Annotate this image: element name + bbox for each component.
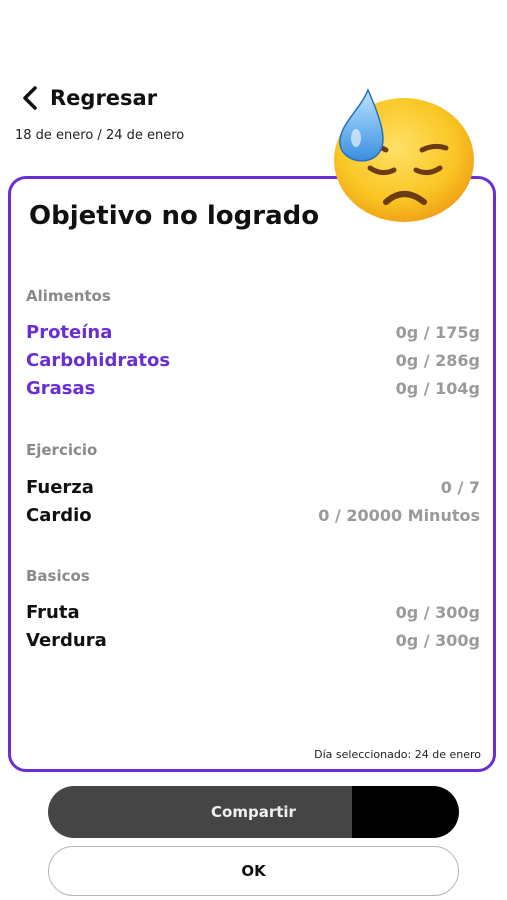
item-value: 0 / 7 xyxy=(440,478,480,497)
date-range: 18 de enero / 24 de enero xyxy=(15,128,185,143)
item-value: 0g / 175g xyxy=(395,323,480,342)
card-title: Objetivo no logrado xyxy=(29,201,320,231)
item-value: 0 / 20000 Minutos xyxy=(318,506,480,525)
list-item: Carbohidratos 0g / 286g xyxy=(26,350,480,371)
item-name: Fruta xyxy=(26,602,80,623)
section-label-basicos: Basicos xyxy=(26,567,90,585)
section-label-ejercicio: Ejercicio xyxy=(26,441,98,459)
item-value: 0g / 104g xyxy=(395,379,480,398)
item-name: Grasas xyxy=(26,378,96,399)
list-item: Fruta 0g / 300g xyxy=(26,602,480,623)
ok-button[interactable]: OK xyxy=(48,846,459,896)
item-name: Cardio xyxy=(26,505,92,526)
item-name: Proteína xyxy=(26,322,113,343)
item-value: 0g / 300g xyxy=(395,631,480,650)
share-button[interactable]: Compartir xyxy=(48,786,459,838)
sweat-face-emoji-icon xyxy=(330,86,478,226)
list-item: Grasas 0g / 104g xyxy=(26,378,480,399)
list-item: Proteína 0g / 175g xyxy=(26,322,480,343)
list-item: Cardio 0 / 20000 Minutos xyxy=(26,505,480,526)
goal-summary-card: Objetivo no logrado Alimentos Proteína 0… xyxy=(8,176,496,772)
item-value: 0g / 286g xyxy=(395,351,480,370)
section-label-alimentos: Alimentos xyxy=(26,287,111,305)
item-name: Carbohidratos xyxy=(26,350,171,371)
item-value: 0g / 300g xyxy=(395,603,480,622)
share-button-label: Compartir xyxy=(211,803,296,821)
back-button[interactable]: Regresar xyxy=(22,86,157,110)
list-item: Fuerza 0 / 7 xyxy=(26,477,480,498)
item-name: Verdura xyxy=(26,630,107,651)
back-label: Regresar xyxy=(50,86,158,110)
ok-button-label: OK xyxy=(241,862,266,880)
selected-day-label: Día seleccionado: 24 de enero xyxy=(314,748,481,761)
chevron-left-icon xyxy=(22,86,38,110)
list-item: Verdura 0g / 300g xyxy=(26,630,480,651)
item-name: Fuerza xyxy=(26,477,94,498)
